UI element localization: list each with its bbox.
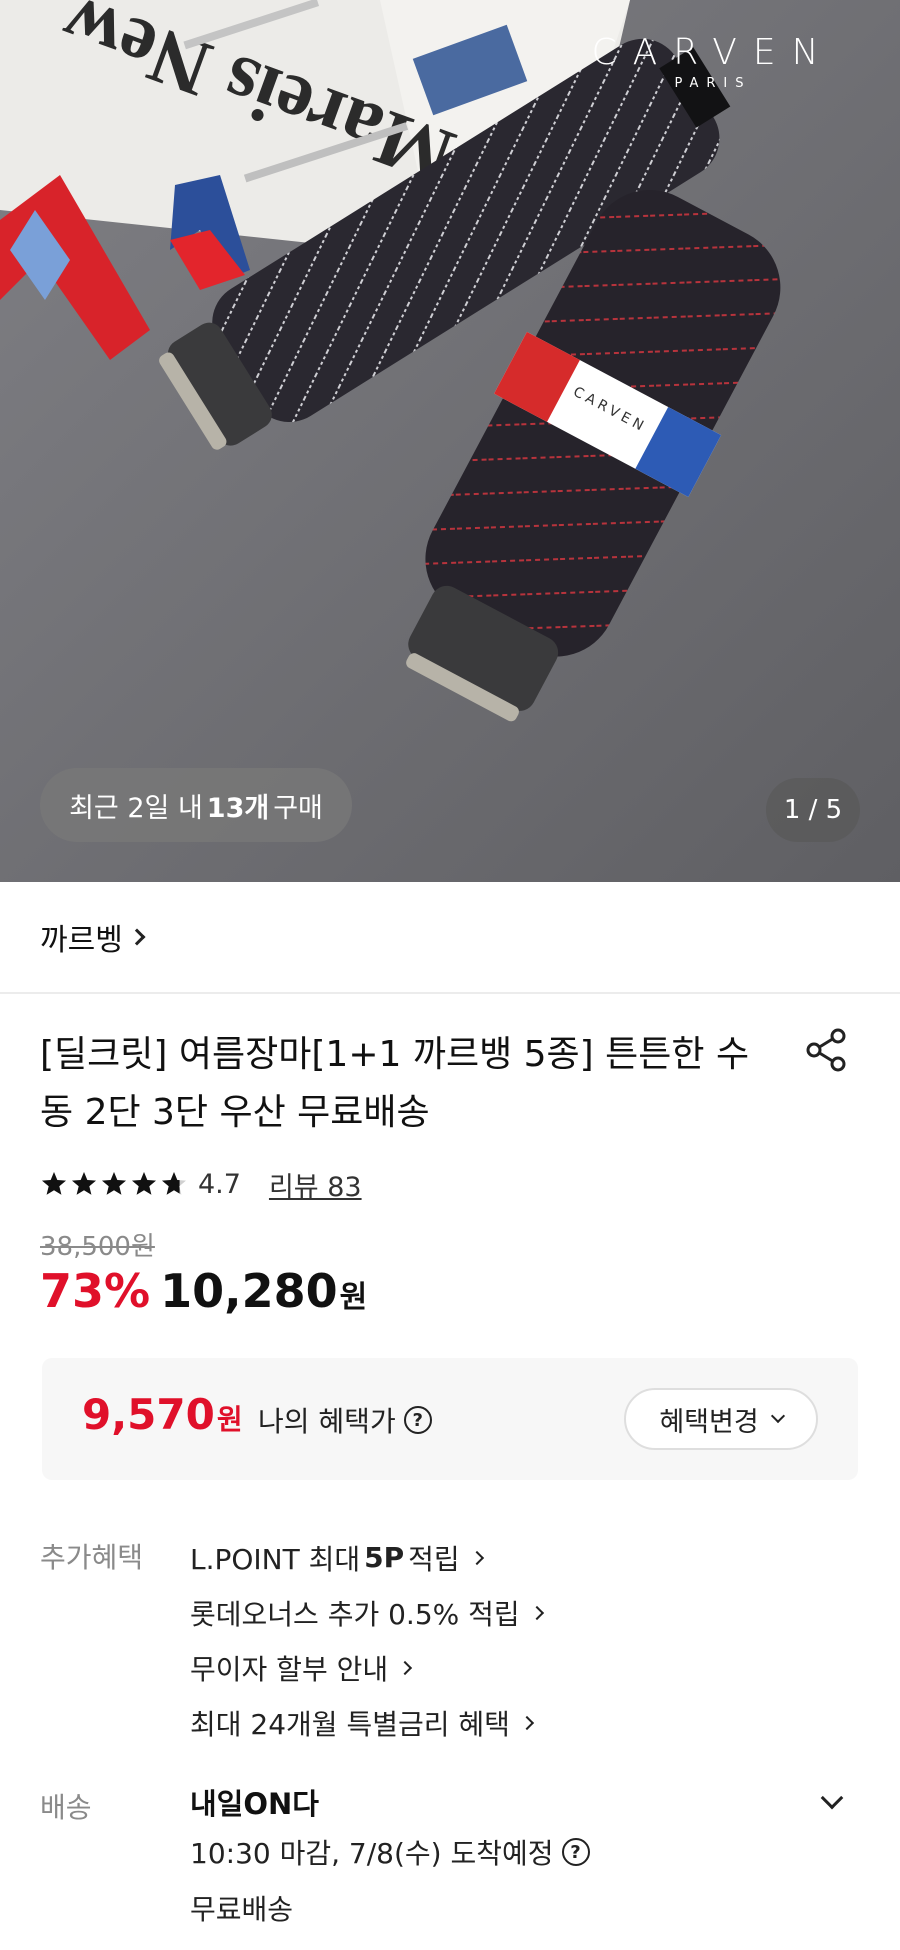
recent-purchase-badge: 최근 2일 내 13개 구매 xyxy=(40,768,352,842)
benefit-label: 나의 혜택가 ? xyxy=(258,1400,432,1440)
review-link[interactable]: 리뷰 83 xyxy=(269,1165,362,1204)
delivery-method: 내일ON다 xyxy=(190,1787,319,1821)
extra-benefit-special-rate[interactable]: 최대 24개월 특별금리 혜택 xyxy=(190,1695,830,1750)
benefit-price-value: 9,570 xyxy=(82,1390,215,1439)
star-icon xyxy=(102,1172,126,1195)
change-benefit-button[interactable]: 혜택변경 xyxy=(624,1388,818,1450)
benefit-price: 9,570원 xyxy=(82,1390,243,1439)
extra-benefit-special-rate-text: 최대 24개월 특별금리 혜택 xyxy=(190,1707,510,1741)
help-icon[interactable]: ? xyxy=(561,1838,590,1866)
delivery-eta: 10:30 마감, 7/8(수) 도착예정 ? xyxy=(190,1824,860,1880)
brand-name: 까르벵 xyxy=(40,923,123,958)
star-icon xyxy=(72,1172,96,1195)
original-price: 38,500원 xyxy=(40,1232,155,1262)
divider xyxy=(0,992,900,994)
help-icon[interactable]: ? xyxy=(403,1406,432,1434)
delivery-expand-toggle[interactable] xyxy=(820,1786,844,1814)
chevron-right-icon xyxy=(398,1660,413,1675)
product-image-carousel[interactable]: Mareis New CARVEN CARVEN PARIS 최근 2일 내 1… xyxy=(0,0,900,882)
delivery-info: 내일ON다 10:30 마감, 7/8(수) 도착예정 ? 무료배송 xyxy=(190,1780,860,1936)
product-photo: Mareis New CARVEN xyxy=(0,0,900,882)
brand-link[interactable]: 까르벵 xyxy=(40,912,146,962)
discount-rate: 73% xyxy=(40,1264,151,1318)
share-icon[interactable] xyxy=(802,1026,850,1074)
recent-purchase-prefix: 최근 2일 내 xyxy=(69,792,203,824)
extra-benefit-lotte-owners-text: 롯데오너스 추가 0.5% 적립 xyxy=(190,1597,520,1631)
chevron-right-icon xyxy=(519,1715,535,1730)
chevron-down-icon xyxy=(770,1408,785,1424)
change-benefit-label: 혜택변경 xyxy=(659,1406,759,1438)
extra-benefit-installment-text: 무이자 할부 안내 xyxy=(190,1652,389,1686)
chevron-down-icon xyxy=(820,1786,844,1810)
chevron-right-icon xyxy=(469,1550,484,1565)
recent-purchase-suffix: 구매 xyxy=(273,792,323,824)
chevron-right-icon xyxy=(128,928,146,946)
sale-price: 10,280 xyxy=(160,1264,338,1318)
brand-logo: CARVEN PARIS xyxy=(568,30,858,92)
extra-benefit-lotte-owners[interactable]: 롯데오너스 추가 0.5% 적립 xyxy=(190,1585,830,1640)
extra-benefit-lpoint-prefix: L.POINT 최대 xyxy=(190,1542,361,1576)
price-row: 73% 10,280 원 xyxy=(40,1264,367,1328)
chevron-right-icon xyxy=(529,1605,544,1620)
delivery-fee: 무료배송 xyxy=(190,1893,294,1926)
extra-benefit-lpoint[interactable]: L.POINT 최대 5P 적립 xyxy=(190,1530,830,1585)
star-icon xyxy=(42,1172,66,1195)
extra-benefits-list: L.POINT 최대 5P 적립 롯데오너스 추가 0.5% 적립 무이자 할부… xyxy=(190,1530,830,1750)
sale-price-unit: 원 xyxy=(339,1280,368,1315)
brand-logo-subtext: PARIS xyxy=(674,76,752,91)
product-title: [딜크릿] 여름장마[1+1 까르뱅 5종] 튼튼한 수동 2단 3단 우산 무… xyxy=(40,1034,750,1133)
benefit-price-unit: 원 xyxy=(216,1403,243,1436)
delivery-eta-text: 10:30 마감, 7/8(수) 도착예정 xyxy=(190,1837,554,1870)
star-icon xyxy=(132,1172,156,1195)
image-page-counter: 1 / 5 xyxy=(766,778,860,842)
extra-benefit-installment[interactable]: 무이자 할부 안내 xyxy=(190,1640,830,1695)
rating-value: 4.7 xyxy=(198,1168,241,1200)
extra-benefits-label: 추가혜택 xyxy=(40,1541,144,1574)
extra-benefit-lpoint-bold: 5P xyxy=(364,1541,405,1574)
rating-stars xyxy=(40,1170,188,1198)
benefit-price-box: 9,570원 나의 혜택가 ? 혜택변경 xyxy=(42,1358,858,1480)
rating-row: 4.7 리뷰 83 xyxy=(40,1164,362,1204)
delivery-label: 배송 xyxy=(40,1791,92,1824)
extra-benefit-lpoint-suffix: 적립 xyxy=(408,1542,460,1576)
benefit-label-text: 나의 혜택가 xyxy=(258,1405,396,1438)
brand-logo-text: CARVEN xyxy=(591,32,835,73)
recent-purchase-count: 13개 xyxy=(206,792,270,824)
star-icon xyxy=(162,1172,186,1195)
